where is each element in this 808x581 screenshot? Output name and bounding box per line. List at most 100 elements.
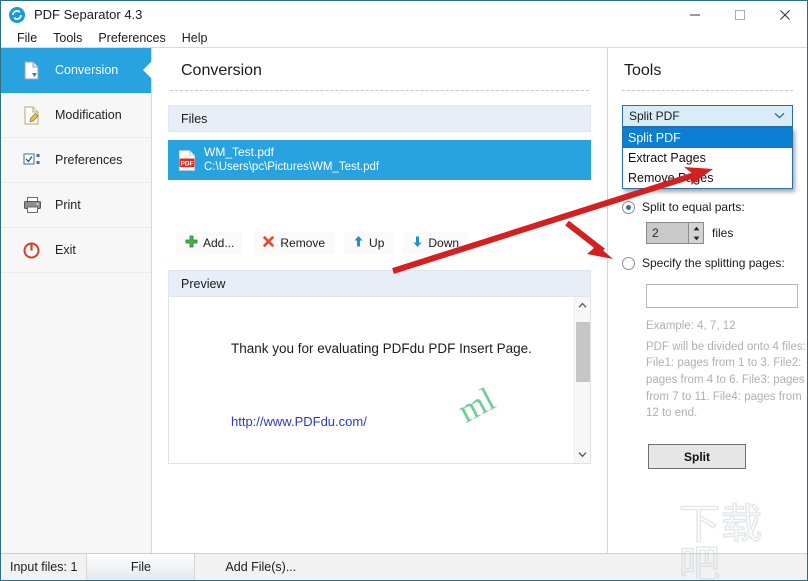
arrow-down-icon [412, 235, 423, 251]
minimize-icon[interactable] [672, 1, 717, 28]
site-watermark: 下载吧 www.xiazaiba.com [678, 501, 803, 581]
sidebar-item-label: Exit [55, 243, 76, 257]
tool-select-options: Split PDF Extract Pages Remove Pages [622, 127, 793, 189]
sidebar-item-label: Print [55, 198, 81, 212]
tool-select-wrap: Split PDF Split PDF Extract Pages Remove… [622, 105, 793, 189]
arrow-up-icon [353, 235, 364, 251]
tool-option-split-pdf[interactable]: Split PDF [623, 128, 792, 148]
menu-item-file[interactable]: File [9, 30, 45, 46]
window-title: PDF Separator 4.3 [34, 7, 143, 22]
down-button[interactable]: Down [403, 232, 469, 254]
radio-split-equal-parts-label: Split to equal parts: [642, 200, 745, 214]
application-window: PDF Separator 4.3 File Tools Preferences… [0, 0, 808, 581]
preview-link[interactable]: http://www.PDFdu.com/ [231, 414, 367, 429]
site-watermark-text: 下载吧 [678, 501, 763, 581]
chevron-down-icon[interactable] [774, 110, 785, 122]
radio-specify-pages[interactable]: Specify the splitting pages: [622, 256, 793, 270]
scroll-down-icon[interactable] [575, 446, 590, 463]
split-hint-example: Example: 4, 7, 12 [646, 320, 736, 332]
printer-icon [23, 196, 45, 214]
close-icon[interactable] [762, 1, 807, 28]
sidebar-item-label: Preferences [55, 153, 123, 167]
title-divider [170, 90, 589, 91]
add-button[interactable]: Add... [176, 232, 244, 254]
sidebar-item-preferences[interactable]: Preferences [1, 138, 151, 183]
down-button-label: Down [428, 236, 460, 250]
checkbox-options-icon [23, 152, 45, 168]
page-title: Conversion [181, 62, 262, 79]
split-button[interactable]: Split [648, 444, 746, 470]
conversion-panel: Conversion Files PDF WM_Test.pdf C:\User… [152, 48, 607, 554]
power-icon [23, 242, 45, 259]
file-item-texts: WM_Test.pdf C:\Users\pc\Pictures\WM_Test… [204, 145, 379, 174]
file-path: C:\Users\pc\Pictures\WM_Test.pdf [204, 161, 380, 174]
file-list: PDF WM_Test.pdf C:\Users\pc\Pictures\WM_… [168, 140, 591, 180]
stepper-down-icon[interactable] [689, 233, 703, 243]
status-add-files[interactable]: Add File(s)... [195, 554, 305, 580]
scrollbar-track[interactable] [575, 314, 590, 446]
sidebar-item-print[interactable]: Print [1, 183, 151, 228]
parts-count-stepper[interactable]: 2 [646, 222, 704, 244]
window-controls [672, 1, 807, 28]
main-body: Conversion Modification Preferences Prin… [1, 48, 807, 554]
tool-select[interactable]: Split PDF [622, 105, 793, 127]
radio-split-equal-parts[interactable]: Split to equal parts: [622, 200, 793, 214]
status-tab-file[interactable]: File [87, 554, 196, 580]
preview-group-header: Preview [168, 270, 591, 297]
sidebar: Conversion Modification Preferences Prin… [1, 48, 152, 554]
stepper-up-icon[interactable] [689, 223, 703, 233]
tools-title: Tools [624, 62, 662, 79]
status-input-files: Input files: 1 [10, 560, 78, 574]
radio-icon[interactable] [622, 256, 635, 270]
files-group-header: Files [168, 105, 591, 132]
tool-option-extract-pages[interactable]: Extract Pages [623, 148, 792, 168]
tool-select-value: Split PDF [629, 109, 680, 123]
preview-text: Thank you for evaluating PDFdu PDF Inser… [231, 341, 532, 356]
up-button-label: Up [369, 236, 385, 250]
cross-icon [262, 235, 275, 251]
file-name: WM_Test.pdf [204, 145, 275, 160]
sync-circle-icon [8, 6, 26, 24]
sidebar-item-label: Modification [55, 108, 122, 122]
file-action-buttons: Add... Remove Up Down [168, 232, 591, 254]
radio-icon[interactable] [622, 200, 635, 214]
preview-scrollbar[interactable] [574, 297, 590, 463]
stepper-buttons[interactable] [688, 223, 703, 243]
parts-count-unit: files [712, 226, 734, 240]
parts-count-row: 2 files [646, 222, 793, 244]
menu-item-help[interactable]: Help [174, 30, 216, 46]
scrollbar-thumb[interactable] [576, 322, 590, 382]
preview-watermark: ml [452, 380, 502, 431]
plus-icon [185, 235, 198, 251]
remove-button-label: Remove [280, 236, 326, 250]
maximize-icon[interactable] [717, 1, 762, 28]
pdf-file-icon: PDF [178, 149, 196, 171]
up-button[interactable]: Up [344, 232, 394, 254]
split-hint: Example: 4, 7, 12 PDF will be divided on… [646, 318, 806, 422]
preview-section: Preview Thank you for evaluating PDFdu P… [168, 270, 591, 464]
preview-page: Thank you for evaluating PDFdu PDF Inser… [169, 297, 574, 463]
tool-option-remove-pages[interactable]: Remove Pages [623, 168, 792, 188]
menu-item-preferences[interactable]: Preferences [90, 30, 173, 46]
selection-arrow-icon [143, 61, 152, 79]
split-hint-body: PDF will be divided onto 4 files: File1:… [646, 340, 806, 420]
splitting-pages-input[interactable] [646, 284, 798, 308]
tools-divider [622, 90, 793, 91]
svg-text:PDF: PDF [181, 160, 194, 167]
remove-button[interactable]: Remove [253, 232, 335, 254]
preview-body[interactable]: Thank you for evaluating PDFdu PDF Inser… [168, 297, 591, 464]
document-edit-icon [23, 106, 45, 125]
parts-count-value[interactable]: 2 [647, 226, 659, 240]
sidebar-item-modification[interactable]: Modification [1, 93, 151, 138]
sidebar-item-conversion[interactable]: Conversion [1, 48, 152, 93]
document-convert-icon [23, 61, 45, 80]
sidebar-item-label: Conversion [55, 63, 119, 77]
add-button-label: Add... [203, 236, 235, 250]
sidebar-item-exit[interactable]: Exit [1, 228, 151, 273]
radio-specify-pages-label: Specify the splitting pages: [642, 256, 785, 270]
tools-panel: Tools Split PDF Split PDF Extract Pages … [607, 48, 807, 554]
scroll-up-icon[interactable] [575, 297, 590, 314]
menu-bar: File Tools Preferences Help [1, 28, 807, 48]
menu-item-tools[interactable]: Tools [45, 30, 90, 46]
list-item[interactable]: PDF WM_Test.pdf C:\Users\pc\Pictures\WM_… [168, 140, 591, 180]
